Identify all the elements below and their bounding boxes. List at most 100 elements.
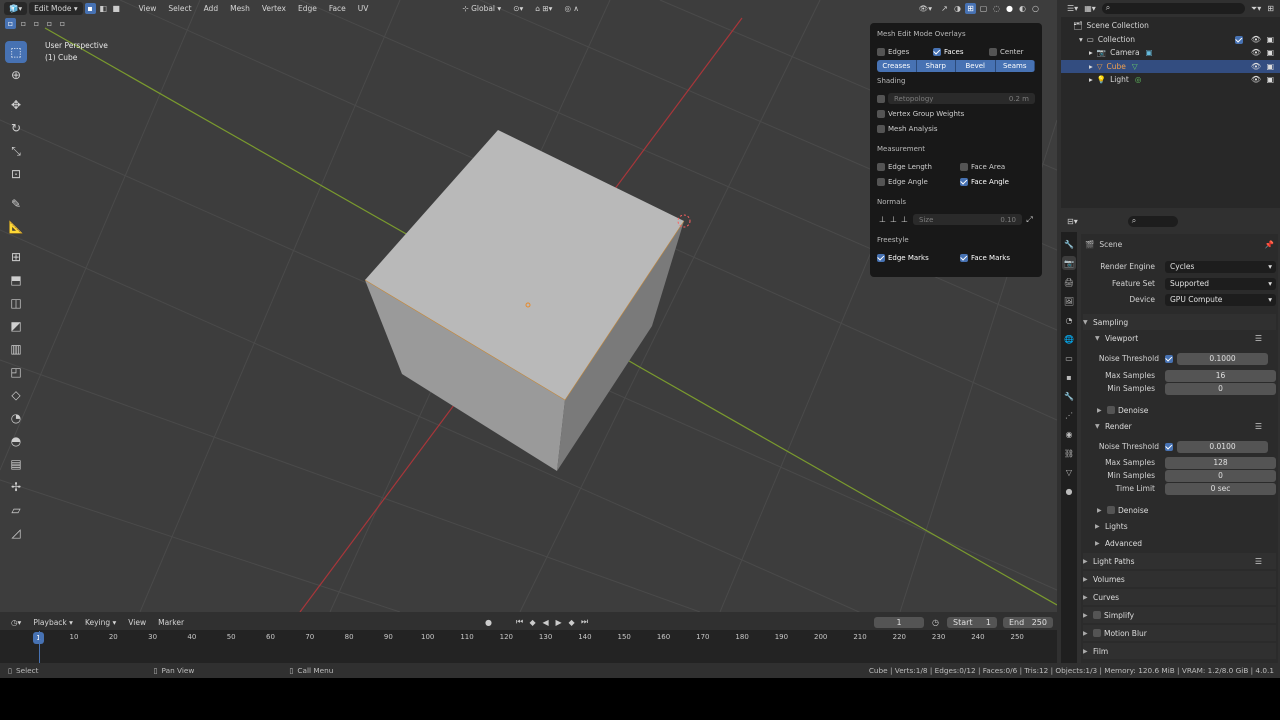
proportional-edit-icon[interactable]: ◎ ∧ bbox=[559, 2, 583, 15]
knife-tool-icon[interactable]: ◰ bbox=[5, 361, 27, 383]
edge-length-checkbox[interactable] bbox=[877, 162, 885, 171]
film-panel[interactable]: ▶ Film bbox=[1083, 643, 1276, 659]
max-samples-field[interactable]: 128 bbox=[1165, 456, 1276, 469]
scene-tab-icon[interactable]: ◔ bbox=[1062, 313, 1076, 327]
menu-uv[interactable]: UV bbox=[353, 2, 374, 15]
collection-tab-icon[interactable]: ▭ bbox=[1062, 351, 1076, 365]
loop-cut-tool-icon[interactable]: ▥ bbox=[5, 338, 27, 360]
menu-timeline-view[interactable]: View bbox=[123, 616, 151, 629]
inset-tool-icon[interactable]: ◫ bbox=[5, 292, 27, 314]
face-marks-checkbox[interactable] bbox=[960, 253, 968, 262]
smooth-tool-icon[interactable]: ◓ bbox=[5, 430, 27, 452]
noise-threshold-field[interactable]: 0.1000 bbox=[1177, 352, 1268, 365]
object-tab-icon[interactable]: ▪ bbox=[1062, 370, 1076, 384]
retopology-field[interactable]: Retopology 0.2 m bbox=[888, 93, 1035, 104]
gizmo-icon[interactable]: ↗ bbox=[939, 3, 950, 14]
properties-editor-type-icon[interactable]: ⊟▾ bbox=[1067, 217, 1078, 226]
expand-icon[interactable]: ▾ bbox=[1079, 35, 1083, 44]
preview-range-icon[interactable]: ◷ bbox=[930, 617, 941, 628]
outliner-search-input[interactable]: ⌕ bbox=[1101, 3, 1245, 14]
render-camera-icon[interactable]: ▣ bbox=[1266, 75, 1274, 84]
edges-checkbox[interactable] bbox=[877, 47, 885, 56]
menu-face[interactable]: Face bbox=[324, 2, 351, 15]
presets-icon[interactable]: ☰ bbox=[1255, 557, 1262, 566]
device-dropdown[interactable]: GPU Compute ▾ bbox=[1165, 293, 1276, 306]
split-normals-icon[interactable]: ⊥ bbox=[888, 214, 899, 225]
record-icon[interactable]: ● bbox=[483, 617, 494, 628]
overlay-faces-toggle[interactable]: Faces bbox=[933, 47, 989, 56]
seams-button[interactable]: Seams bbox=[995, 60, 1035, 72]
eye-icon[interactable]: 👁 bbox=[1251, 62, 1261, 71]
face-area-checkbox[interactable] bbox=[960, 162, 968, 171]
mode-dropdown[interactable]: Edit Mode ▾ bbox=[29, 1, 83, 15]
outliner-item-camera[interactable]: ▸ 📷 Camera ▣ 👁 ▣ bbox=[1061, 46, 1280, 60]
outliner-item-light[interactable]: ▸ 💡 Light ◎ 👁 ▣ bbox=[1061, 73, 1280, 87]
presets-icon[interactable]: ☰ bbox=[1255, 422, 1262, 431]
denoise-checkbox[interactable] bbox=[1107, 406, 1115, 414]
edge-marks-checkbox[interactable] bbox=[877, 253, 885, 262]
select-box-intersect-icon[interactable]: ▫ bbox=[57, 18, 68, 29]
feature-set-dropdown[interactable]: Supported ▾ bbox=[1165, 277, 1276, 290]
render-subpanel-header[interactable]: ▼ Render ☰ bbox=[1083, 418, 1276, 434]
annotate-tool-icon[interactable]: ✎ bbox=[5, 193, 27, 215]
view-layer-tab-icon[interactable]: 🖼 bbox=[1062, 294, 1076, 308]
extrude-tool-icon[interactable]: ⬒ bbox=[5, 269, 27, 291]
curves-panel[interactable]: ▶ Curves bbox=[1083, 589, 1276, 605]
menu-add[interactable]: Add bbox=[199, 2, 224, 15]
shading-solid-icon[interactable]: ● bbox=[1004, 3, 1015, 14]
volumes-panel[interactable]: ▶ Volumes bbox=[1083, 571, 1276, 587]
world-tab-icon[interactable]: 🌐 bbox=[1062, 332, 1076, 346]
light-paths-panel[interactable]: ▶ Light Paths ☰ bbox=[1083, 553, 1276, 569]
denoise-checkbox[interactable] bbox=[1107, 506, 1115, 514]
mesh-analysis-checkbox[interactable] bbox=[877, 124, 885, 133]
physics-tab-icon[interactable]: ◉ bbox=[1062, 427, 1076, 441]
add-cube-tool-icon[interactable]: ⊞ bbox=[5, 246, 27, 268]
shading-rendered-icon[interactable]: ○ bbox=[1030, 3, 1041, 14]
menu-view[interactable]: View bbox=[134, 2, 162, 15]
cursor-tool-icon[interactable]: ⊕ bbox=[5, 64, 27, 86]
edge-select-icon[interactable]: ◧ bbox=[98, 3, 109, 14]
time-limit-field[interactable]: 0 sec bbox=[1165, 482, 1276, 495]
shading-wireframe-icon[interactable]: ◌ bbox=[991, 3, 1002, 14]
faces-checkbox[interactable] bbox=[933, 47, 941, 56]
max-samples-field[interactable]: 16 bbox=[1165, 369, 1276, 382]
select-box-invert-icon[interactable]: ▫ bbox=[44, 18, 55, 29]
jump-keyframe-back-icon[interactable]: ◆ bbox=[527, 617, 538, 628]
sampling-panel-header[interactable]: ▼ Sampling bbox=[1083, 314, 1276, 330]
modifier-tab-icon[interactable]: 🔧 bbox=[1062, 389, 1076, 403]
lights-subpanel[interactable]: ▶ Lights bbox=[1083, 518, 1276, 534]
menu-vertex[interactable]: Vertex bbox=[257, 2, 291, 15]
expand-icon[interactable]: ▸ bbox=[1089, 48, 1093, 57]
face-angle-toggle[interactable]: Face Angle bbox=[960, 177, 1009, 186]
retopology-checkbox[interactable] bbox=[877, 94, 885, 103]
viewport-subpanel-header[interactable]: ▼ Viewport ☰ bbox=[1083, 330, 1276, 346]
select-box-extend-icon[interactable]: ▫ bbox=[18, 18, 29, 29]
play-icon[interactable]: ▶ bbox=[553, 617, 564, 628]
frame-ruler[interactable]: 1 10203040506070809010011012013014015016… bbox=[0, 631, 1057, 645]
bevel-button[interactable]: Bevel bbox=[956, 60, 996, 72]
menu-select[interactable]: Select bbox=[163, 2, 196, 15]
end-frame-field[interactable]: End 250 bbox=[1003, 616, 1053, 628]
editor-type-button[interactable]: 🧊▾ bbox=[4, 1, 28, 15]
collection-row[interactable]: ▾ ▭ Collection 👁 ▣ bbox=[1061, 33, 1280, 47]
select-box-new-icon[interactable]: ▫ bbox=[5, 18, 16, 29]
viewport-denoise-subpanel[interactable]: ▶ Denoise bbox=[1083, 402, 1276, 418]
scene-collection-row[interactable]: 🗂 Scene Collection bbox=[1061, 19, 1280, 33]
overlay-edges-toggle[interactable]: Edges bbox=[877, 47, 933, 56]
rip-region-tool-icon[interactable]: ◿ bbox=[5, 522, 27, 544]
orientation-dropdown[interactable]: ⊹ Global ▾ bbox=[457, 2, 506, 15]
creases-button[interactable]: Creases bbox=[877, 60, 917, 72]
vertex-normals-icon[interactable]: ⊥ bbox=[877, 214, 888, 225]
face-select-icon[interactable]: ■ bbox=[111, 3, 122, 14]
face-marks-toggle[interactable]: Face Marks bbox=[960, 253, 1010, 262]
vertex-group-weights-toggle[interactable]: Vertex Group Weights bbox=[877, 106, 1035, 121]
simplify-panel[interactable]: ▶ Simplify bbox=[1083, 607, 1276, 623]
edge-length-toggle[interactable]: Edge Length bbox=[877, 162, 960, 171]
vertex-group-weights-checkbox[interactable] bbox=[877, 109, 885, 118]
jump-keyframe-forward-icon[interactable]: ◆ bbox=[566, 617, 577, 628]
noise-threshold-checkbox[interactable] bbox=[1165, 354, 1173, 363]
shear-tool-icon[interactable]: ▱ bbox=[5, 499, 27, 521]
3d-viewport[interactable]: 🧊▾ Edit Mode ▾ ▪ ◧ ■ View Select Add Mes… bbox=[0, 0, 1057, 612]
menu-edge[interactable]: Edge bbox=[293, 2, 322, 15]
move-tool-icon[interactable]: ✥ bbox=[5, 94, 27, 116]
